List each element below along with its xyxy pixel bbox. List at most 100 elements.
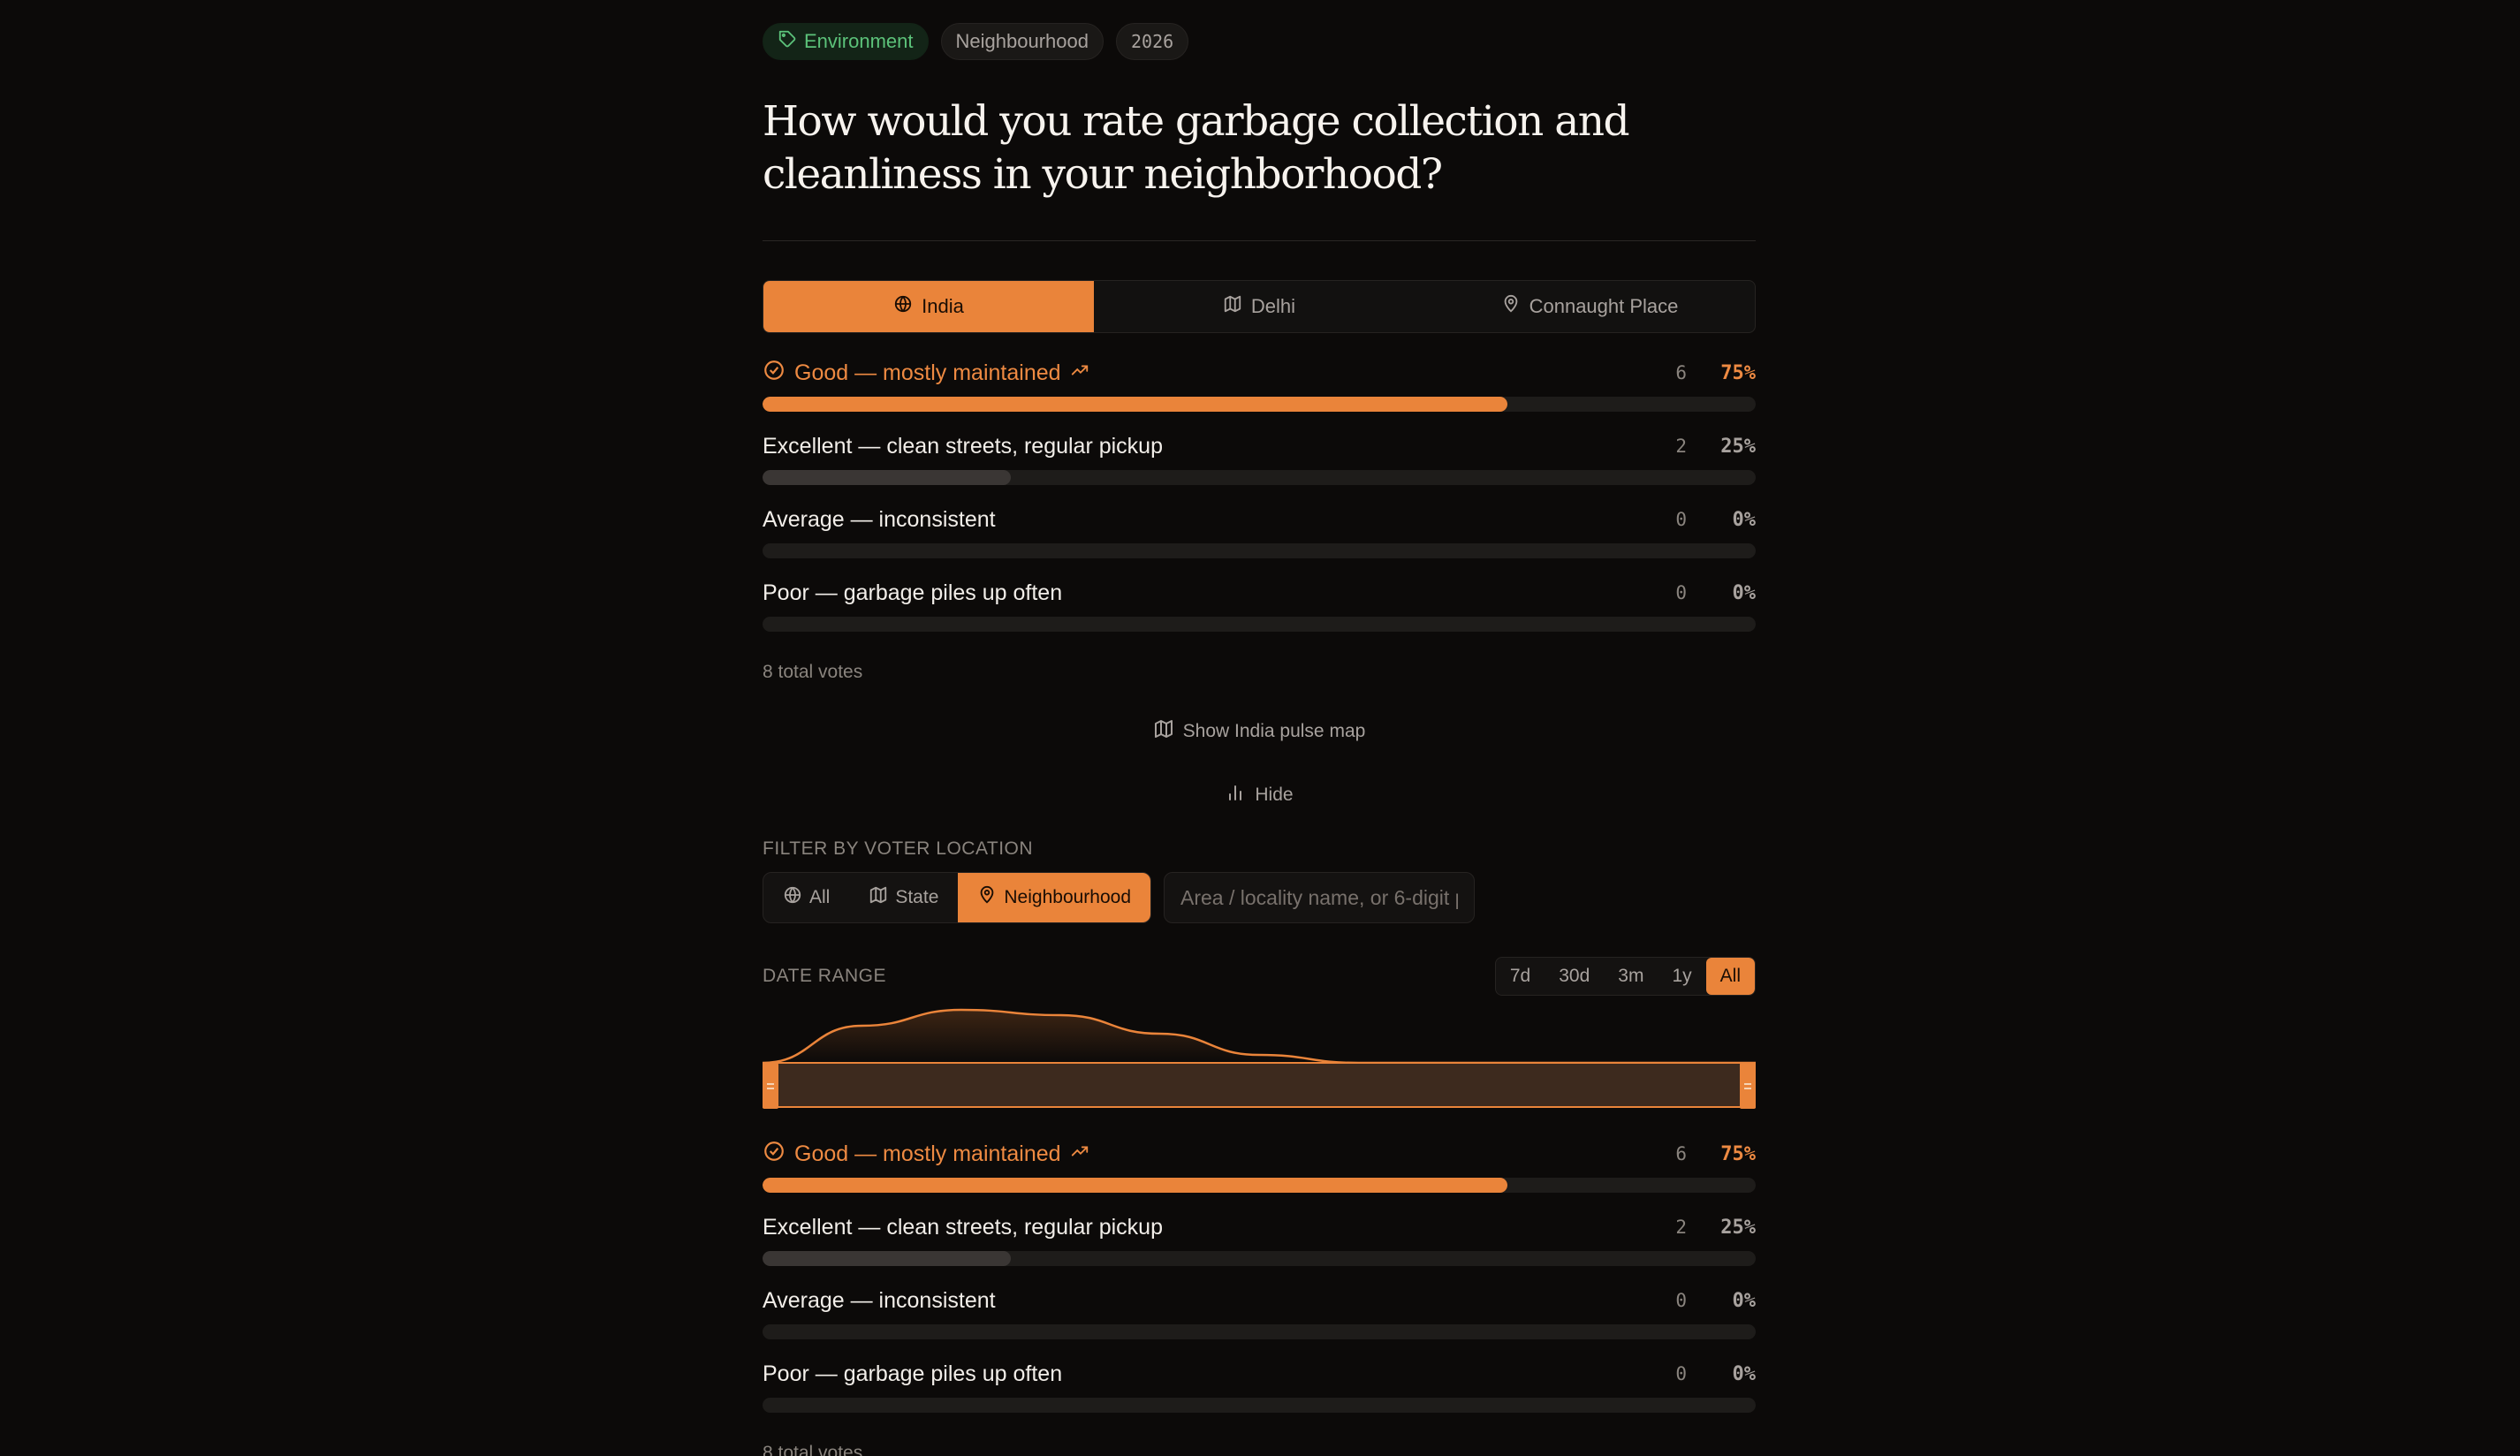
bar-chart-icon xyxy=(1225,782,1246,808)
option-percent: 75% xyxy=(1720,361,1756,384)
tab-label: Connaught Place xyxy=(1529,295,1679,317)
progress-bar xyxy=(763,617,1756,632)
option-label: Average — inconsistent xyxy=(763,1287,996,1313)
tag-year[interactable]: 2026 xyxy=(1115,23,1189,60)
option-count: 2 xyxy=(1675,436,1687,457)
activity-sparkline xyxy=(763,1008,1756,1109)
option-count: 6 xyxy=(1675,362,1687,383)
progress-fill xyxy=(763,470,1011,485)
option-count: 0 xyxy=(1675,1363,1687,1384)
progress-fill xyxy=(763,1251,1011,1266)
tab-label: Delhi xyxy=(1250,295,1296,317)
option-label-wrap: Good — mostly maintained xyxy=(763,1140,1089,1169)
check-circle-icon xyxy=(763,1140,786,1169)
option-percent: 0% xyxy=(1732,508,1757,531)
date-range-title: DATE RANGE xyxy=(763,966,886,986)
option-count: 6 xyxy=(1675,1143,1687,1164)
show-map-button[interactable]: Show India pulse map xyxy=(763,718,1756,745)
brush-handle-right[interactable] xyxy=(1740,1063,1756,1109)
progress-bar xyxy=(763,1251,1756,1266)
filter-all[interactable]: All xyxy=(763,873,849,922)
option-label: Poor — garbage piles up often xyxy=(763,1361,1063,1386)
poll-card: Environment Neighbourhood 2026 How would… xyxy=(763,23,1756,1456)
trending-up-icon xyxy=(1070,1141,1089,1167)
globe-icon xyxy=(893,294,913,319)
map-icon xyxy=(1153,718,1174,745)
filter-label: All xyxy=(809,887,831,907)
divider xyxy=(763,240,1756,241)
tab-connaught-place[interactable]: Connaught Place xyxy=(1424,281,1755,332)
hide-button[interactable]: Hide xyxy=(763,782,1756,808)
option-count: 0 xyxy=(1675,582,1687,603)
progress-bar xyxy=(763,1178,1756,1193)
map-icon xyxy=(1223,294,1242,319)
result-option[interactable]: Poor — garbage piles up often 0 0% xyxy=(763,580,1756,653)
option-label: Poor — garbage piles up often xyxy=(763,580,1063,605)
range-7d[interactable]: 7d xyxy=(1496,958,1545,995)
locality-search xyxy=(1164,872,1476,923)
range-1y[interactable]: 1y xyxy=(1658,958,1705,995)
filter-neighbourhood[interactable]: Neighbourhood xyxy=(958,873,1151,922)
pin-icon xyxy=(977,885,997,910)
check-circle-icon xyxy=(763,359,786,388)
result-option[interactable]: Average — inconsistent 0 0% xyxy=(763,1287,1756,1361)
option-percent: 0% xyxy=(1732,581,1757,604)
option-percent: 25% xyxy=(1720,435,1756,458)
option-label: Good — mostly maintained xyxy=(794,360,1061,385)
date-range-header: DATE RANGE 7d 30d 3m 1y All xyxy=(763,957,1756,996)
total-votes: 8 total votes xyxy=(763,1443,863,1456)
brush-selection[interactable] xyxy=(763,1062,1756,1108)
scope-tabs: India Delhi Connaught Place xyxy=(763,280,1756,333)
option-label: Average — inconsistent xyxy=(763,506,996,532)
tag-row: Environment Neighbourhood 2026 xyxy=(763,23,1756,60)
result-option[interactable]: Excellent — clean streets, regular picku… xyxy=(763,433,1756,506)
tag-label: Environment xyxy=(804,30,914,52)
option-count: 0 xyxy=(1675,509,1687,530)
range-3m[interactable]: 3m xyxy=(1604,958,1658,995)
progress-bar xyxy=(763,397,1756,412)
filter-row: All State Neighbourhood xyxy=(763,872,1756,923)
trending-up-icon xyxy=(1070,360,1089,386)
tag-neighbourhood[interactable]: Neighbourhood xyxy=(940,23,1104,60)
result-option[interactable]: Good — mostly maintained 6 75% xyxy=(763,1141,1756,1214)
poll-question: How would you rate garbage collection an… xyxy=(763,97,1630,199)
total-votes: 8 total votes xyxy=(763,662,863,682)
option-percent: 0% xyxy=(1732,1289,1757,1312)
filter-title: FILTER BY VOTER LOCATION xyxy=(763,838,1034,859)
option-label: Excellent — clean streets, regular picku… xyxy=(763,433,1163,459)
result-option[interactable]: Poor — garbage piles up often 0 0% xyxy=(763,1361,1756,1434)
date-range-brush[interactable] xyxy=(763,1005,1756,1112)
brush-handle-left[interactable] xyxy=(763,1063,778,1109)
tab-delhi[interactable]: Delhi xyxy=(1094,281,1424,332)
results-list: Good — mostly maintained 6 75% Excellent… xyxy=(763,360,1756,653)
progress-fill xyxy=(763,397,1507,412)
date-range-buttons: 7d 30d 3m 1y All xyxy=(1494,957,1756,996)
result-option[interactable]: Excellent — clean streets, regular picku… xyxy=(763,1214,1756,1287)
tag-label: Neighbourhood xyxy=(955,30,1089,52)
progress-bar xyxy=(763,543,1756,558)
option-count: 0 xyxy=(1675,1290,1687,1311)
option-percent: 0% xyxy=(1732,1362,1757,1385)
filtered-results-list: Good — mostly maintained 6 75% Excellent… xyxy=(763,1141,1756,1434)
tab-label: India xyxy=(922,295,964,317)
filter-label: State xyxy=(895,887,939,907)
tag-label: 2026 xyxy=(1130,31,1174,52)
range-all[interactable]: All xyxy=(1705,958,1755,995)
progress-bar xyxy=(763,470,1756,485)
location-filter-segment: All State Neighbourhood xyxy=(763,872,1152,923)
pin-icon xyxy=(1501,294,1521,319)
tag-environment[interactable]: Environment xyxy=(763,23,929,60)
progress-fill xyxy=(763,1178,1507,1193)
show-map-label: Show India pulse map xyxy=(1182,721,1366,741)
tab-india[interactable]: India xyxy=(763,281,1094,332)
range-30d[interactable]: 30d xyxy=(1545,958,1604,995)
result-option[interactable]: Good — mostly maintained 6 75% xyxy=(763,360,1756,433)
progress-bar xyxy=(763,1324,1756,1339)
result-option[interactable]: Average — inconsistent 0 0% xyxy=(763,506,1756,580)
filter-state[interactable]: State xyxy=(849,873,958,922)
option-percent: 75% xyxy=(1720,1142,1756,1165)
locality-search-input[interactable] xyxy=(1180,885,1459,910)
map-icon xyxy=(869,885,888,910)
tag-icon xyxy=(778,29,797,54)
option-count: 2 xyxy=(1675,1217,1687,1238)
